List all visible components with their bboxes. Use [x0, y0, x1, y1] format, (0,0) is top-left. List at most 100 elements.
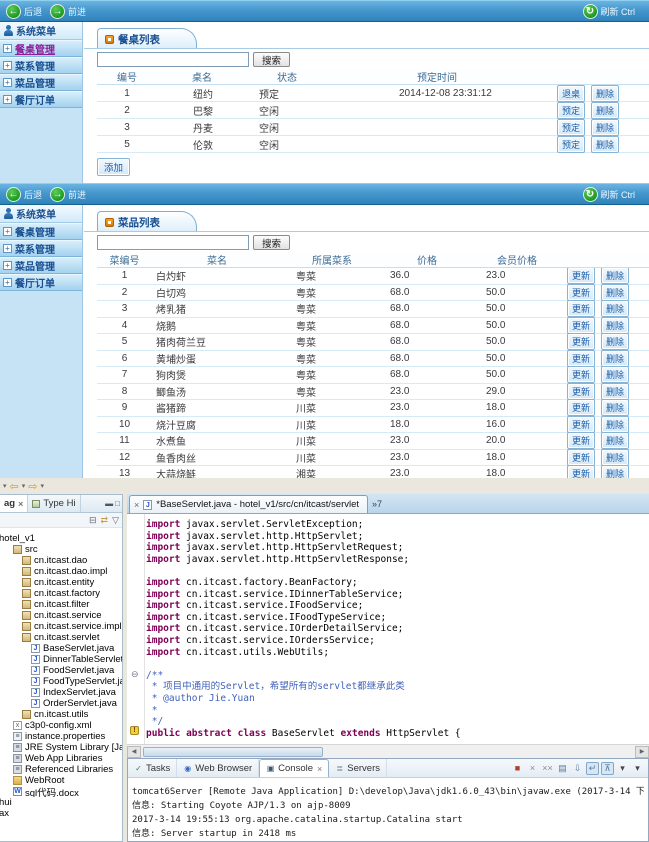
tree-item[interactable]: cn.itcast.servlet — [0, 632, 122, 643]
package-explorer-tab[interactable]: ag × — [0, 495, 28, 512]
tree-item[interactable]: hui — [0, 797, 122, 808]
row-action-button[interactable]: 退桌 — [557, 85, 585, 102]
sidebar-item[interactable]: +菜系管理 — [0, 57, 82, 74]
tree-item[interactable]: cn.itcast.dao.impl — [0, 566, 122, 577]
row-action-button[interactable]: 更新 — [567, 449, 595, 466]
row-action-button[interactable]: 更新 — [567, 416, 595, 433]
row-action-button[interactable]: 删除 — [601, 383, 629, 400]
row-action-button[interactable]: 删除 — [601, 284, 629, 301]
tree-item[interactable]: cn.itcast.factory — [0, 588, 122, 599]
tree-item[interactable]: JIndexServlet.java — [0, 687, 122, 698]
close-icon[interactable]: × — [18, 499, 23, 509]
editor-tab[interactable]: × J *BaseServlet.java - hotel_v1/src/cn/… — [129, 495, 368, 513]
scroll-right-icon[interactable]: ▶ — [635, 746, 649, 758]
open-console-icon[interactable]: ▾ — [616, 763, 629, 774]
tree-item[interactable]: JFoodServlet.java — [0, 665, 122, 676]
maximize-icon[interactable]: □ — [115, 499, 120, 508]
tree-item[interactable]: cn.itcast.entity — [0, 577, 122, 588]
tree-item[interactable]: cn.itcast.service.impl — [0, 621, 122, 632]
row-action-button[interactable]: 更新 — [567, 268, 595, 284]
display-selected-console-icon[interactable]: ▾ — [631, 763, 644, 774]
forward-history-icon[interactable]: ⇨ — [28, 480, 37, 493]
row-action-button[interactable]: 预定 — [557, 102, 585, 119]
fold-marker-icon[interactable]: ⊖ — [131, 669, 139, 680]
scrollbar-thumb[interactable] — [143, 747, 323, 757]
sidebar-item[interactable]: +餐桌管理 — [0, 40, 82, 57]
tree-item[interactable]: JOrderServlet.java — [0, 698, 122, 709]
search-input[interactable] — [97, 52, 249, 67]
expand-icon[interactable]: + — [3, 278, 12, 287]
row-action-button[interactable]: 删除 — [601, 416, 629, 433]
refresh-button[interactable]: ↻ 刷新 Ctrl — [583, 187, 636, 202]
toolbar-dropdown-icon[interactable]: ▾ — [3, 482, 7, 490]
row-action-button[interactable]: 更新 — [567, 350, 595, 367]
row-action-button[interactable]: 更新 — [567, 465, 595, 478]
forward-button[interactable]: → 前进 — [50, 4, 86, 19]
collapse-all-icon[interactable]: ⊟ — [89, 515, 97, 526]
clear-console-icon[interactable]: ▤ — [556, 763, 569, 774]
row-action-button[interactable]: 删除 — [601, 449, 629, 466]
row-action-button[interactable]: 删除 — [591, 85, 619, 102]
scroll-left-icon[interactable]: ◀ — [127, 746, 141, 758]
search-button[interactable]: 搜索 — [253, 52, 290, 67]
expand-icon[interactable]: + — [3, 61, 12, 70]
expand-icon[interactable]: + — [3, 227, 12, 236]
row-action-button[interactable]: 更新 — [567, 399, 595, 416]
type-hierarchy-tab[interactable]: Type Hi — [28, 495, 80, 512]
tree-item[interactable]: ≡Web App Libraries — [0, 753, 122, 764]
expand-icon[interactable]: + — [3, 261, 12, 270]
tree-item[interactable]: src — [0, 544, 122, 555]
terminate-icon[interactable]: ■ — [511, 763, 524, 773]
console-tab-web-browser[interactable]: ◉Web Browser — [177, 759, 259, 777]
panel-tab-table-list[interactable]: 餐桌列表 — [97, 28, 197, 49]
console-output[interactable]: tomcat6Server [Remote Java Application] … — [128, 778, 648, 841]
word-wrap-icon[interactable]: ↵ — [586, 762, 599, 775]
expand-icon[interactable]: + — [3, 95, 12, 104]
link-editor-icon[interactable]: ⇄ — [101, 515, 109, 526]
row-action-button[interactable]: 删除 — [601, 268, 629, 284]
sidebar-item[interactable]: +菜品管理 — [0, 257, 82, 274]
pin-console-icon[interactable]: ⊼ — [601, 762, 614, 775]
row-action-button[interactable]: 更新 — [567, 383, 595, 400]
row-action-button[interactable]: 删除 — [601, 366, 629, 383]
scroll-lock-icon[interactable]: ⇩ — [571, 763, 584, 774]
row-action-button[interactable]: 删除 — [601, 333, 629, 350]
row-action-button[interactable]: 删除 — [601, 465, 629, 478]
search-button[interactable]: 搜索 — [253, 235, 290, 250]
tree-item[interactable]: JDinnerTableServlet.jav — [0, 654, 122, 665]
expand-icon[interactable]: + — [3, 78, 12, 87]
row-action-button[interactable]: 删除 — [591, 136, 619, 153]
add-button[interactable]: 添加 — [97, 158, 130, 176]
sidebar-item[interactable]: +菜品管理 — [0, 74, 82, 91]
row-action-button[interactable]: 删除 — [591, 102, 619, 119]
back-button[interactable]: ← 后退 — [6, 4, 42, 19]
console-tab-console[interactable]: ▣Console× — [259, 759, 329, 777]
tree-item[interactable]: cn.itcast.service — [0, 610, 122, 621]
tab-overflow-indicator[interactable]: »7 — [372, 499, 382, 509]
tree-item[interactable]: ≡instance.properties — [0, 731, 122, 742]
tree-item[interactable]: JFoodTypeServlet.java — [0, 676, 122, 687]
row-action-button[interactable]: 更新 — [567, 317, 595, 334]
back-history-icon[interactable]: ⇦ — [10, 480, 19, 493]
tree-item[interactable]: ax — [0, 808, 122, 819]
row-action-button[interactable]: 预定 — [557, 119, 585, 136]
row-action-button[interactable]: 删除 — [601, 300, 629, 317]
sidebar-item[interactable]: +餐厅订单 — [0, 91, 82, 108]
row-action-button[interactable]: 删除 — [591, 119, 619, 136]
minimize-icon[interactable]: ▬ — [105, 499, 113, 508]
search-input[interactable] — [97, 235, 249, 250]
expand-icon[interactable]: + — [3, 44, 12, 53]
console-tab-servers[interactable]: ≣Servers — [329, 759, 387, 777]
back-button[interactable]: ← 后退 — [6, 187, 42, 202]
code-editor[interactable]: ⊖ ! import javax.servlet.ServletExceptio… — [127, 514, 649, 744]
forward-button[interactable]: → 前进 — [50, 187, 86, 202]
tree-item[interactable]: WebRoot — [0, 775, 122, 786]
sidebar-item[interactable]: +餐厅订单 — [0, 274, 82, 291]
console-tab-tasks[interactable]: ✓Tasks — [128, 759, 177, 777]
row-action-button[interactable]: 更新 — [567, 366, 595, 383]
row-action-button[interactable]: 删除 — [601, 399, 629, 416]
refresh-button[interactable]: ↻ 刷新 Ctrl — [583, 4, 636, 19]
tree-item[interactable]: cn.itcast.filter — [0, 599, 122, 610]
row-action-button[interactable]: 删除 — [601, 317, 629, 334]
editor-horizontal-scrollbar[interactable]: ◀ ▶ — [127, 744, 649, 758]
